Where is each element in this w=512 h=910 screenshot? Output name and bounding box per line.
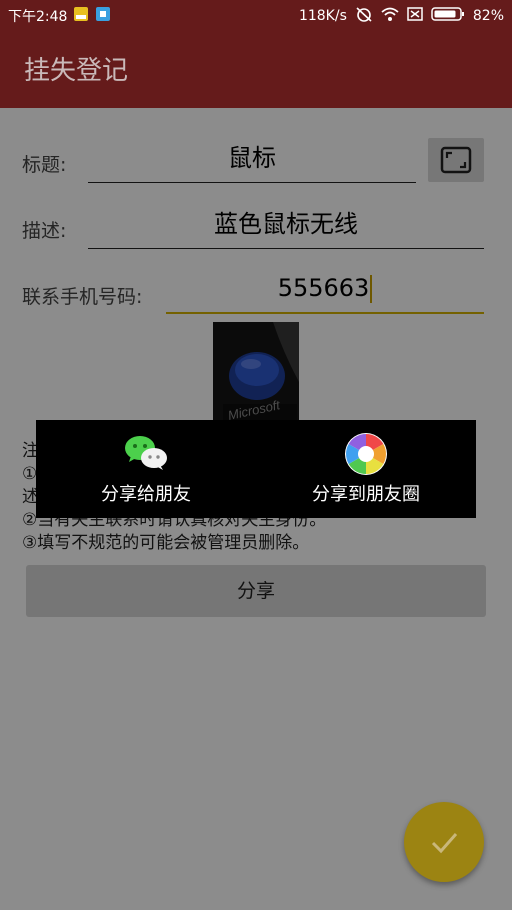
app-notification-icon-2: [95, 6, 111, 26]
check-icon: [431, 833, 458, 854]
share-moments-label: 分享到朋友圈: [312, 484, 420, 505]
network-speed: 118K/s: [298, 8, 347, 24]
status-right: 118K/s 82%: [299, 6, 504, 26]
status-left: 下午2:48: [8, 6, 111, 26]
wechat-icon: [123, 432, 169, 477]
alarm-off-icon: [355, 6, 373, 26]
moments-aperture-icon: [344, 432, 388, 481]
wifi-icon: [381, 6, 399, 26]
share-friends-label: 分享给朋友: [101, 484, 191, 505]
status-time: 下午2:48: [8, 9, 68, 25]
battery-percent: 82%: [472, 8, 504, 24]
status-bar: 下午2:48 118K/s 82%: [0, 0, 512, 28]
app-bar: 挂失登记: [0, 28, 512, 108]
sim-icon: [407, 6, 423, 26]
share-to-moments[interactable]: 分享到朋友圈: [256, 420, 476, 518]
share-dialog: 分享给朋友 分享到朋友圈: [36, 420, 476, 518]
share-to-friends[interactable]: 分享给朋友: [36, 420, 256, 518]
battery-icon: [431, 6, 465, 26]
app-notification-icon: [73, 6, 89, 26]
confirm-fab[interactable]: [404, 802, 484, 882]
page-title: 挂失登记: [24, 56, 129, 86]
